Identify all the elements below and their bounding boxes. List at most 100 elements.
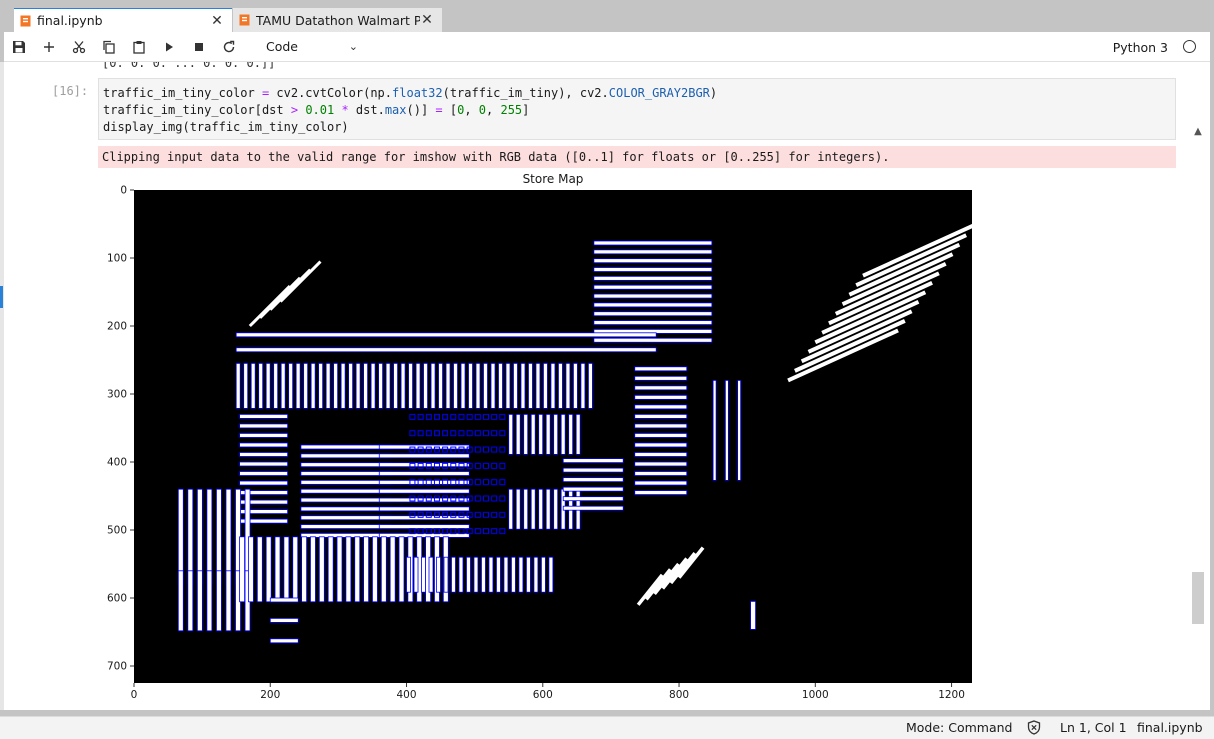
shelf	[303, 362, 309, 409]
status-file-name[interactable]: final.ipynb	[1137, 720, 1203, 735]
tab-walmart[interactable]: TAMU Datathon Walmart Pr ✕	[232, 8, 442, 32]
shelf	[535, 362, 541, 409]
shelf	[573, 362, 578, 409]
shelf	[400, 362, 406, 409]
close-icon[interactable]: ✕	[420, 12, 434, 28]
shelf	[310, 362, 316, 409]
shelf	[310, 536, 316, 603]
scroll-up-arrow[interactable]: ▲	[1190, 124, 1206, 140]
shelf	[634, 480, 688, 486]
status-bar: Mode: Command Ln 1, Col 1 final.ipynb	[0, 716, 1214, 739]
tab-final-ipynb[interactable]: final.ipynb ✕	[14, 8, 232, 32]
shelf	[588, 362, 593, 409]
shelf	[265, 536, 272, 603]
shelf	[243, 362, 249, 409]
shelf	[378, 488, 470, 494]
shelf	[206, 570, 213, 632]
shelf	[737, 379, 742, 481]
cell-type-select[interactable]: Code ⌄	[266, 36, 358, 58]
shelf	[239, 442, 289, 448]
scroll-thumb[interactable]	[1192, 572, 1204, 624]
close-icon[interactable]: ✕	[210, 13, 224, 29]
interrupt-kernel-button[interactable]	[184, 34, 214, 60]
shelf	[634, 461, 688, 467]
refresh-icon	[223, 40, 235, 52]
shelf	[389, 536, 396, 603]
y-tick-label: 0	[120, 185, 127, 197]
shelf	[593, 275, 713, 281]
shelf	[235, 332, 657, 338]
shelf	[398, 536, 405, 603]
left-panel-marker[interactable]	[0, 286, 3, 308]
shelf	[543, 362, 548, 409]
previous-output: [0. 0. 0. ... 0. 0. 0.]]	[102, 62, 276, 70]
shelf	[300, 497, 392, 503]
shelf	[265, 362, 271, 409]
shelf	[413, 556, 419, 593]
shelf	[580, 362, 586, 409]
shelf	[363, 362, 368, 409]
shelf	[300, 515, 392, 521]
status-cursor-position[interactable]: Ln 1, Col 1	[1060, 720, 1127, 735]
shelf	[526, 556, 531, 593]
notebook-toolbar: Code ⌄ Python 3	[4, 32, 1210, 62]
shelf	[458, 556, 464, 593]
shelf	[235, 347, 657, 353]
notebook-icon	[20, 15, 31, 26]
x-tick-label: 200	[260, 689, 280, 701]
save-button[interactable]	[4, 34, 34, 60]
shelf	[548, 556, 554, 593]
shelf	[354, 536, 361, 603]
shelf	[300, 471, 392, 476]
paste-cell-button[interactable]	[124, 34, 154, 60]
clipboard-icon	[133, 40, 145, 54]
shelf	[475, 362, 481, 409]
shelf	[498, 362, 503, 409]
notebook-panel: [0. 0. 0. ... 0. 0. 0.]] [16]: traffic_i…	[4, 62, 1210, 710]
restart-kernel-button[interactable]	[214, 34, 244, 60]
status-mode[interactable]: Mode: Command	[906, 720, 1013, 735]
shelf	[565, 362, 571, 409]
shelf	[196, 488, 203, 585]
shelf	[724, 379, 729, 481]
cut-cell-button[interactable]	[64, 34, 94, 60]
x-tick-label: 800	[669, 689, 689, 701]
y-axis: 0 100 200 300 400 500 600 700	[107, 185, 134, 673]
shelf	[562, 486, 624, 492]
x-tick-label: 1200	[938, 689, 965, 701]
shelf	[269, 617, 299, 623]
run-cell-button[interactable]	[154, 34, 184, 60]
shelf	[269, 638, 299, 644]
shelf	[273, 362, 279, 409]
shelf	[473, 556, 479, 593]
shelf	[216, 570, 222, 632]
shelf	[445, 362, 451, 409]
shelf	[593, 284, 713, 290]
input-prompt: [16]:	[52, 84, 89, 98]
shelf	[562, 496, 624, 502]
shelf	[634, 385, 688, 391]
tab-bar: final.ipynb ✕ TAMU Datathon Walmart Pr ✕	[0, 8, 1214, 32]
shelf	[515, 488, 521, 530]
shelf	[318, 362, 324, 409]
kernel-name[interactable]: Python 3	[1113, 40, 1168, 55]
y-tick-label: 700	[107, 661, 127, 673]
shield-icon[interactable]	[1027, 720, 1041, 735]
shelf	[295, 362, 301, 409]
code-editor[interactable]: traffic_im_tiny_color = cv2.cvtColor(np.…	[98, 78, 1176, 140]
x-tick-label: 600	[533, 689, 553, 701]
shelf	[348, 362, 354, 409]
shelf	[490, 362, 496, 409]
insert-cell-button[interactable]	[34, 34, 64, 60]
shelf	[481, 556, 486, 593]
shelf	[545, 413, 551, 455]
shelf	[443, 556, 449, 593]
shelf	[593, 302, 713, 308]
vertical-scrollbar[interactable]: ▲ ▼	[1190, 124, 1206, 710]
shelf	[318, 536, 325, 603]
shelf	[562, 458, 624, 464]
shelf	[593, 258, 713, 264]
copy-cell-button[interactable]	[94, 34, 124, 60]
shelf	[593, 293, 713, 299]
shelf	[235, 362, 241, 409]
